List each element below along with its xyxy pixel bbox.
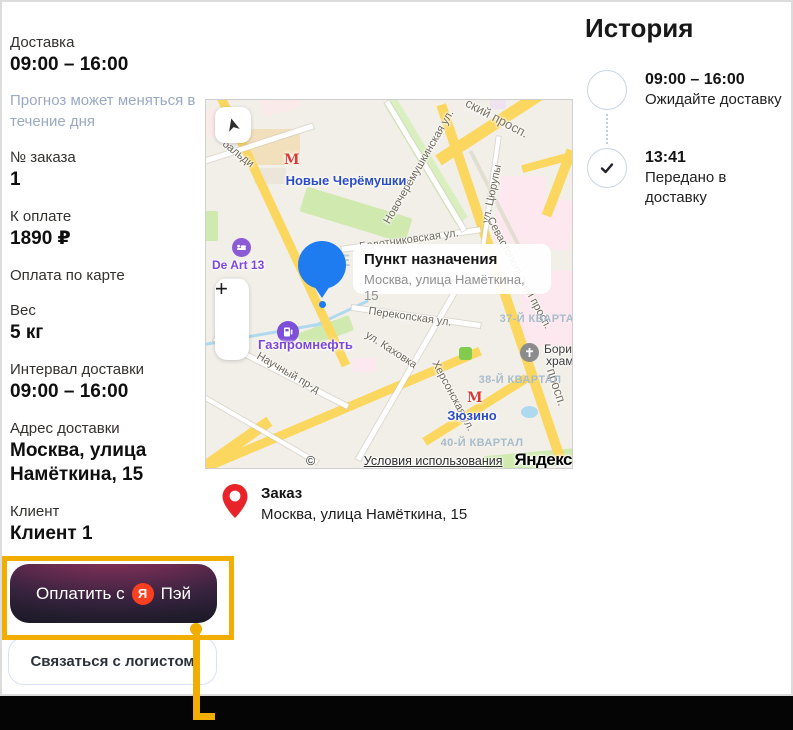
payment-amount-value: 1890 ₽ [10, 227, 202, 251]
bottom-black-bar [0, 694, 793, 730]
yandex-map[interactable]: Болотниковская ул. Перекопская ул. Херсо… [205, 99, 573, 469]
copyright-text: © Яндекс [306, 454, 358, 469]
hotel-label: De Art 13 [212, 258, 264, 272]
map-poi-square [459, 347, 472, 360]
delivery-tracking-page: Доставка 09:00 – 16:00 Прогноз может мен… [0, 0, 793, 730]
street-label: просп. [544, 366, 570, 407]
destination-marker-tail [314, 286, 330, 298]
destination-marker-dot [319, 301, 326, 308]
metro-label: Зюзино [422, 408, 522, 423]
district-label: 37-Й КВАРТАЛ [500, 313, 573, 325]
interval-value: 09:00 – 16:00 [10, 380, 202, 404]
map-zoom-controls: + − [215, 278, 249, 360]
compass-button[interactable] [215, 107, 251, 143]
order-summary-row: Заказ Москва, улица Намёткина, 15 [222, 484, 467, 525]
checkmark-icon [597, 158, 617, 178]
history-title: История [585, 12, 791, 44]
weight-value: 5 кг [10, 321, 202, 345]
zoom-out-button[interactable]: − [215, 278, 228, 300]
address-value: Москва, улица Намёткина, 15 [10, 439, 202, 487]
payment-method-label: Оплата по карте [10, 266, 202, 286]
done-step-circle [587, 148, 627, 188]
history-item-done: 13:41 Передано в доставку [585, 148, 791, 208]
pay-button-suffix: Пэй [161, 584, 191, 604]
church-label-line2: храм [546, 354, 573, 368]
pay-button-prefix: Оплатить с [36, 584, 125, 604]
address-label: Адрес доставки [10, 419, 202, 439]
district-label: 38-Й КВАРТАЛ [479, 374, 562, 386]
map-pink-area [501, 176, 546, 216]
street-label: Перекопская ул. [368, 305, 453, 329]
pay-button[interactable]: Оплатить с Я Пэй [10, 564, 217, 623]
interval-label: Интервал доставки [10, 360, 202, 380]
delivery-label: Доставка [10, 33, 202, 53]
client-label: Клиент [10, 502, 202, 522]
street-label: Научный пр-д [254, 350, 321, 396]
order-address: Москва, улица Намёткина, 15 [261, 504, 467, 525]
map-area [259, 99, 303, 117]
order-number-value: 1 [10, 168, 202, 192]
delivery-time-value: 09:00 – 16:00 [10, 53, 202, 77]
client-value: Клиент 1 [10, 522, 202, 546]
payment-amount-label: К оплате [10, 207, 202, 227]
destination-marker[interactable] [298, 241, 346, 289]
done-step-status: Передано в доставку [645, 168, 757, 208]
map-pink-area [353, 358, 375, 372]
destination-tooltip-address: Москва, улица Намёткина, 15 [364, 272, 540, 304]
history-item-pending: 09:00 – 16:00 Ожидайте доставку [585, 70, 791, 110]
order-number-label: № заказа [10, 148, 202, 168]
weight-label: Вес [10, 301, 202, 321]
metro-label: Новые Черёмушки [251, 173, 441, 188]
map-attribution: © Яндекс Условия использования Яндекс [306, 450, 572, 469]
pending-step-circle [587, 70, 627, 110]
yandex-logo: Яндекс [515, 450, 572, 469]
history-panel: История 09:00 – 16:00 Ожидайте доставку … [585, 12, 791, 208]
church-icon[interactable] [520, 343, 539, 362]
done-step-time: 13:41 [645, 148, 757, 167]
annotation-anchor-dot [190, 623, 202, 635]
terms-of-use-link[interactable]: Условия использования [364, 454, 503, 468]
metro-icon: М [467, 390, 483, 406]
fuel-station-label: Газпромнефть [258, 337, 353, 352]
order-title: Заказ [261, 484, 467, 504]
pending-step-status: Ожидайте доставку [645, 90, 782, 110]
yandex-pay-badge-icon: Я [132, 583, 154, 605]
destination-tooltip-title: Пункт назначения [364, 251, 540, 269]
timeline-connector [606, 114, 791, 144]
contact-logistician-button[interactable]: Связаться с логистом [8, 637, 217, 685]
district-label: 40-Й КВАРТАЛ [441, 437, 524, 449]
forecast-note: Прогноз может меняться в течение дня [10, 90, 202, 132]
order-info-sidebar: Доставка 09:00 – 16:00 Прогноз может мен… [10, 33, 202, 561]
map-pond [521, 406, 538, 418]
map-green-area [205, 211, 218, 241]
metro-icon: М [284, 152, 300, 168]
destination-tooltip: Пункт назначения Москва, улица Намёткина… [353, 244, 551, 294]
pending-step-time: 09:00 – 16:00 [645, 70, 782, 89]
red-pin-icon [222, 484, 248, 518]
hotel-icon[interactable] [232, 238, 251, 257]
